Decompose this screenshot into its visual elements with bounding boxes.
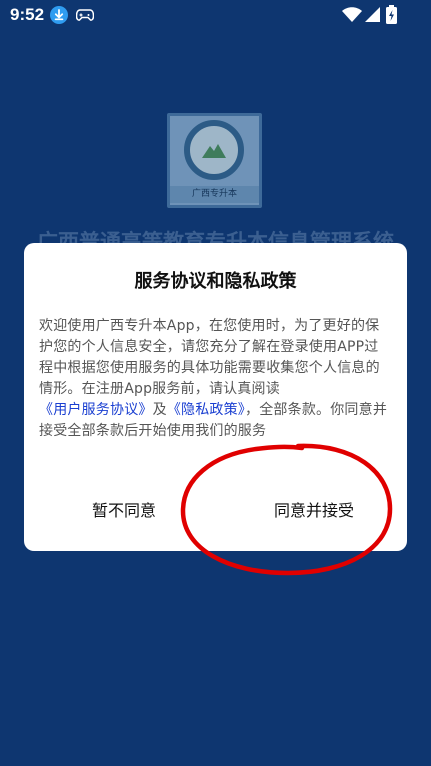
privacy-link[interactable]: 《隐私政策》 xyxy=(167,402,245,418)
privacy-dialog: 服务协议和隐私政策 欢迎使用广西专升本App，在您使用时，为了更好的保护您的个人… xyxy=(24,243,407,551)
app-screen: 9:52 广西专升本 广西普通高等教育专升本信息管理系统 服务协议和隐私政策 欢… xyxy=(0,0,431,766)
dialog-body: 欢迎使用广西专升本App，在您使用时，为了更好的保护您的个人信息安全，请您充分了… xyxy=(39,316,391,442)
accept-button[interactable]: 同意并接受 xyxy=(234,495,394,527)
terms-link[interactable]: 《用户服务协议》 xyxy=(39,402,153,418)
decline-button[interactable]: 暂不同意 xyxy=(54,495,194,527)
dialog-body-text: 欢迎使用广西专升本App，在您使用时，为了更好的保护您的个人信息安全，请您充分了… xyxy=(39,318,380,397)
dialog-body-and: 及 xyxy=(152,402,167,418)
dialog-title: 服务协议和隐私政策 xyxy=(134,271,297,292)
